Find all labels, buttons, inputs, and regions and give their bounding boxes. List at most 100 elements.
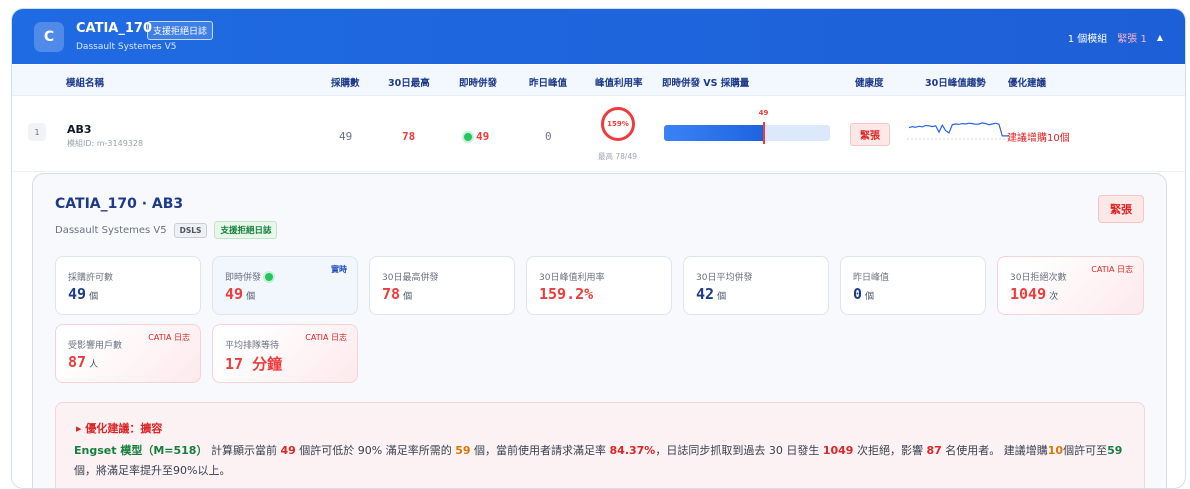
- purchase-marker: [762, 122, 765, 144]
- metric-unit: 個: [89, 292, 99, 302]
- util-sub: 最高 78/49: [598, 152, 637, 161]
- col-trend[interactable]: 30日峰值趨勢: [925, 75, 986, 89]
- metric-label: 30日拒絕次數: [1010, 270, 1066, 283]
- metric-value-text: 17 分鐘: [225, 355, 283, 373]
- header-summary: 1 個模組 緊張 1 ▲: [1068, 30, 1163, 45]
- metric-label-text: 30日平均併發: [696, 273, 753, 283]
- detail-title: CATIA_170 · AB3: [55, 196, 184, 212]
- metric-unit: 次: [1049, 292, 1059, 302]
- detail-subtitle: Dassault Systemes V5 DSLS 支援拒絕日誌: [55, 221, 278, 239]
- metric-card: 30日平均併發 42 個: [683, 256, 829, 315]
- util-value: 159%: [607, 120, 629, 128]
- metric-value: 78 個: [382, 285, 412, 303]
- metric-value: 0個: [853, 285, 874, 303]
- urgent-count: 緊張 1: [1117, 34, 1147, 45]
- metric-value-text: 42: [696, 285, 715, 303]
- metric-source-tag: CATIA 日志: [148, 333, 190, 342]
- metric-label-text: 即時併發: [225, 273, 262, 283]
- metric-value-text: 78: [382, 285, 401, 303]
- reject-log-tag: 支援拒絕日誌: [214, 221, 278, 239]
- metric-card: 30日峰值利用率 159.2%: [526, 256, 672, 315]
- advice-current-licenses: 49: [280, 444, 296, 457]
- metric-unit: 個: [717, 292, 727, 302]
- metric-value-text: 0: [853, 285, 863, 303]
- col-live[interactable]: 即時併發: [459, 75, 497, 89]
- metric-label-text: 平均排隊等待: [225, 341, 280, 351]
- metric-label: 平均排隊等待: [225, 338, 279, 351]
- bar-fill: [664, 125, 764, 141]
- advice-required-licenses: 59: [455, 444, 471, 457]
- module-name: AB3: [67, 123, 92, 136]
- col-yesterday[interactable]: 昨日峰值: [529, 75, 567, 89]
- metric-label-text: 受影響用戶數: [68, 341, 123, 351]
- advice-text-part: 個許可低於 90% 滿足率所需的: [295, 444, 456, 457]
- advice-text-part: ，日誌同步抓取到過去 30 日發生: [655, 444, 823, 457]
- metric-value-text: 49: [68, 285, 87, 303]
- advice-satisfaction-rate: 84.37%: [609, 444, 656, 457]
- trend-line: [908, 122, 1009, 137]
- metric-card: 30日最高併發 78 個: [369, 256, 515, 315]
- advice-text: Engset 模型（M=518） 計算顯示當前 49 個許可低於 90% 滿足率…: [74, 441, 1134, 481]
- advice-box: ▸ 優化建議：擴容 Engset 模型（M=518） 計算顯示當前 49 個許可…: [55, 402, 1145, 488]
- metric-label: 受影響用戶數: [68, 338, 122, 351]
- col-health[interactable]: 健康度: [855, 75, 884, 89]
- metric-label: 即時併發: [225, 270, 274, 283]
- purchase-marker-label: 49: [758, 109, 769, 117]
- metric-value: 1049 次: [1010, 285, 1058, 303]
- col-purchased[interactable]: 採購數: [331, 75, 360, 89]
- vendor-name: Dassault Systemes V5: [76, 42, 177, 52]
- advice-target-licenses: 59: [1107, 444, 1123, 457]
- module-id: 模組ID: m-3149328: [67, 139, 144, 148]
- advice-text-part: 個，將滿足率提升至90%以上。: [74, 464, 231, 477]
- module-detail: CATIA_170 · AB3 Dassault Systemes V5 DSL…: [32, 173, 1167, 488]
- app-logo: C: [34, 22, 64, 52]
- metric-source-tag: CATIA 日志: [1091, 265, 1133, 274]
- metric-label-text: 30日拒絕次數: [1010, 273, 1067, 283]
- metric-label-text: 採購許可數: [68, 273, 114, 283]
- metric-label: 30日峰值利用率: [539, 270, 604, 283]
- table-header: 模組名稱 採購數 30日最高 即時併發 昨日峰值 峰值利用率 即時併發 VS 採…: [12, 65, 1185, 96]
- reject-log-badge: 支援拒絕日誌: [147, 21, 214, 40]
- advice-text-part: 名使用者。 建議增購: [941, 444, 1048, 457]
- col-module-name[interactable]: 模組名稱: [66, 75, 104, 89]
- advice-title: ▸ 優化建議：擴容: [76, 422, 163, 435]
- row-advice[interactable]: 建議增購10個: [1007, 129, 1070, 144]
- metric-unit: 人: [89, 360, 99, 370]
- util-gauge: 159%: [601, 107, 635, 141]
- peak30-value: 78: [402, 130, 416, 143]
- dsls-tag: DSLS: [173, 222, 208, 238]
- advice-model: Engset 模型（M=518）: [74, 444, 208, 457]
- detail-health-badge: 緊張: [1098, 195, 1144, 223]
- metric-label-text: 昨日峰值: [853, 273, 890, 283]
- panel-header[interactable]: C CATIA_170 支援拒絕日誌 Dassault Systemes V5 …: [12, 9, 1185, 64]
- advice-text-part: 個許可至: [1063, 444, 1108, 457]
- metric-label-text: 30日最高併發: [382, 273, 439, 283]
- table-row[interactable]: 1 AB3 模組ID: m-3149328 49 78 49 0 159% 最高…: [12, 97, 1185, 172]
- module-count: 1 個模組: [1067, 34, 1108, 45]
- metric-value: 42 個: [696, 285, 726, 303]
- metric-label-text: 30日峰值利用率: [539, 273, 605, 283]
- metric-value: 49 個: [225, 285, 255, 303]
- advice-buy-count: 10: [1047, 444, 1064, 457]
- metric-value-text: 1049: [1010, 285, 1047, 303]
- metric-card: 30日拒絕次數 CATIA 日志 1049 次: [997, 256, 1144, 315]
- yesterday-value: 0: [545, 130, 552, 143]
- metric-card: 平均排隊等待 CATIA 日志 17 分鐘: [212, 324, 358, 383]
- advice-affected-users: 87: [926, 444, 942, 457]
- metric-value-text: 159.2%: [539, 285, 594, 303]
- module-panel: C CATIA_170 支援拒絕日誌 Dassault Systemes V5 …: [11, 8, 1186, 489]
- col-live-vs-purchase[interactable]: 即時併發 VS 採購量: [662, 75, 749, 89]
- metric-card: 受影響用戶數 CATIA 日志 87 人: [55, 324, 201, 383]
- metric-label: 30日最高併發: [382, 270, 438, 283]
- metric-label: 30日平均併發: [696, 270, 752, 283]
- metric-card: 採購許可數 49 個: [55, 256, 201, 315]
- advice-reject-count: 1049: [822, 444, 854, 457]
- col-peak30[interactable]: 30日最高: [388, 75, 430, 89]
- col-peak-util[interactable]: 峰值利用率: [595, 75, 643, 89]
- col-advice[interactable]: 優化建議: [1008, 75, 1046, 89]
- live-value-group: 49: [464, 130, 489, 143]
- metric-unit: 個: [403, 292, 413, 302]
- metric-source-tag: CATIA 日志: [305, 333, 347, 342]
- chevron-up-icon[interactable]: ▲: [1157, 33, 1163, 42]
- metric-source-tag: 實時: [331, 265, 347, 274]
